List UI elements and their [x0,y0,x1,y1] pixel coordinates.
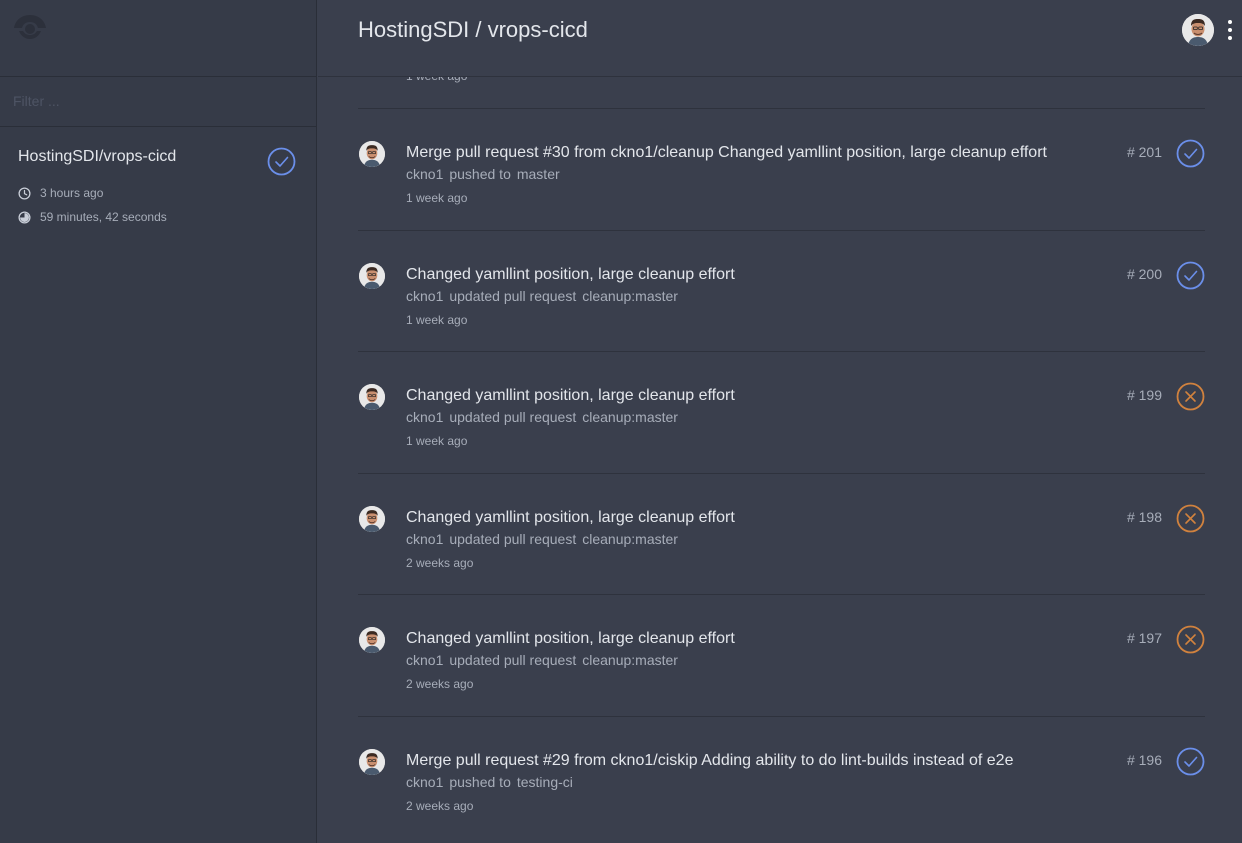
build-number: # 200 [1126,265,1162,282]
clock-icon [18,186,31,200]
build-row[interactable]: Changed yamllint position, large cleanup… [358,594,1205,716]
build-number: # 201 [1126,144,1162,160]
build-row[interactable]: Merge pull request #29 from ckno1/ciskip… [358,715,1205,838]
build-title: Changed yamllint position, large cleanup… [406,387,735,405]
success-check-icon [1176,139,1205,168]
repo-meta: 3 hours ago 59 minutes, 42 seconds [18,181,298,229]
filter-area [0,77,316,127]
build-author: ckno1 [406,652,444,669]
build-action: updated pull request [449,652,577,669]
build-ago: 1 week ago [406,191,468,205]
build-title: Changed yamllint position, large cleanup… [406,630,735,648]
build-number: # 196 [1126,751,1162,768]
build-author: ckno1 [406,287,444,304]
header: HostingSDI / vrops-cicd [318,0,1242,77]
build-author: ckno1 [406,409,444,426]
build-ago: 2 weeks ago [406,798,474,813]
repo-name: HostingSDI/vrops-cicd [18,148,177,165]
build-author-avatar [359,262,385,289]
build-author: ckno1 [406,166,444,182]
success-check-icon [267,147,296,176]
build-title: Changed yamllint position, large cleanup… [406,508,735,526]
build-ref: cleanup:master [582,287,678,304]
drone-logo-icon[interactable] [13,12,47,40]
build-list-panel[interactable]: 1 week ago Merge pull request #30 from c… [318,0,1242,843]
build-title: Changed yamllint position, large cleanup… [406,265,735,283]
user-avatar[interactable] [1182,14,1214,46]
build-ago: 1 week ago [406,434,468,449]
sidebar-header [0,0,316,77]
build-ref: cleanup:master [582,530,678,547]
build-ago: 2 weeks ago [406,677,474,692]
build-event: ckno1 updated pull request cleanup:master [406,652,684,668]
build-event: ckno1 updated pull request cleanup:master [406,531,684,547]
build-author-avatar [359,627,385,654]
build-author-avatar [359,505,385,532]
build-number: # 198 [1126,508,1162,525]
user-avatar-image [1182,14,1214,46]
build-author: ckno1 [406,773,444,790]
build-number: # 199 [1126,387,1162,404]
build-event: ckno1 updated pull request cleanup:master [406,409,684,425]
build-event: ckno1 pushed to master [406,166,566,182]
build-event: ckno1 updated pull request cleanup:master [406,288,684,304]
build-action: updated pull request [449,530,577,547]
build-ref: master [516,166,560,182]
failure-x-icon [1176,625,1205,654]
build-title: Merge pull request #29 from ckno1/ciskip… [406,751,1014,769]
more-menu-icon[interactable] [1226,20,1234,40]
build-author-avatar [359,748,385,775]
build-ref: cleanup:master [582,409,678,426]
build-list: Merge pull request #30 from ckno1/cleanu… [358,108,1205,838]
page-title: HostingSDI / vrops-cicd [358,17,588,42]
build-ago: 2 weeks ago [406,555,474,570]
build-author: ckno1 [406,530,444,547]
failure-x-icon [1176,382,1205,411]
build-title: Merge pull request #30 from ckno1/cleanu… [406,144,1047,161]
build-action: pushed to [449,773,511,790]
repo-last-build: 3 hours ago [18,181,298,205]
filter-input[interactable] [13,93,303,109]
repo-last-build-text: 3 hours ago [40,186,104,200]
build-number: # 197 [1126,630,1162,647]
failure-x-icon [1176,504,1205,533]
build-action: updated pull request [449,409,577,426]
app-root: HostingSDI/vrops-cicd 3 hours ago [0,0,1242,843]
success-check-icon [1176,747,1205,776]
build-event: ckno1 pushed to testing-ci [406,774,579,790]
build-ago: 1 week ago [406,312,468,327]
sidebar-repo-item[interactable]: HostingSDI/vrops-cicd 3 hours ago 59 min… [0,127,316,235]
build-action: updated pull request [449,287,577,304]
build-action: pushed to [449,166,511,182]
build-author-avatar [359,384,385,411]
build-ref: cleanup:master [582,652,678,669]
repo-duration-text: 59 minutes, 42 seconds [40,210,167,224]
success-check-icon [1176,261,1205,289]
build-ref: testing-ci [516,773,573,790]
build-row[interactable]: Merge pull request #30 from ckno1/cleanu… [358,108,1205,230]
build-row[interactable]: Changed yamllint position, large cleanup… [358,229,1205,352]
build-row[interactable]: Changed yamllint position, large cleanup… [358,472,1205,595]
timer-icon [18,210,31,224]
build-row[interactable]: Changed yamllint position, large cleanup… [358,351,1205,473]
build-author-avatar [359,141,385,167]
repo-duration: 59 minutes, 42 seconds [18,205,298,229]
sidebar: HostingSDI/vrops-cicd 3 hours ago [0,0,317,843]
